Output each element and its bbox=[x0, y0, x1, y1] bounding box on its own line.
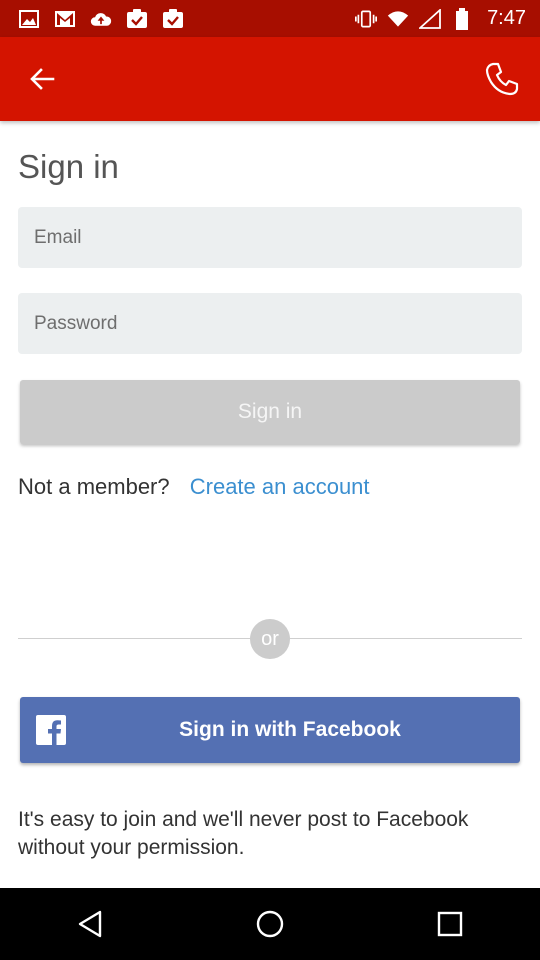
create-account-link[interactable]: Create an account bbox=[190, 474, 370, 499]
arrow-left-icon bbox=[30, 68, 55, 90]
clock-time: 7:47 bbox=[487, 7, 526, 29]
wifi-icon bbox=[387, 8, 409, 30]
sign-in-button[interactable]: Sign in bbox=[20, 380, 520, 444]
facebook-sign-in-button[interactable]: Sign in with Facebook bbox=[20, 697, 520, 763]
facebook-button-label: Sign in with Facebook bbox=[179, 718, 401, 741]
status-bar: 7:47 bbox=[0, 0, 540, 37]
back-button[interactable] bbox=[22, 59, 62, 99]
member-row: Not a member? Create an account bbox=[18, 474, 370, 500]
clipboard-check-icon bbox=[162, 8, 184, 30]
cloud-upload-icon bbox=[90, 8, 112, 30]
nav-recents-button[interactable] bbox=[420, 894, 480, 954]
signal-icon bbox=[419, 8, 441, 30]
navigation-bar bbox=[0, 888, 540, 960]
password-field[interactable] bbox=[18, 293, 522, 354]
recents-square-icon bbox=[437, 911, 463, 937]
image-icon bbox=[18, 8, 40, 30]
nav-back-button[interactable] bbox=[60, 894, 120, 954]
system-icons: 7:47 bbox=[355, 7, 540, 30]
vibrate-icon bbox=[355, 8, 378, 30]
nav-home-button[interactable] bbox=[240, 894, 300, 954]
not-member-text: Not a member? bbox=[18, 474, 170, 499]
call-button[interactable] bbox=[480, 57, 524, 101]
page-title: Sign in bbox=[18, 148, 119, 185]
privacy-note: It's easy to join and we'll never post t… bbox=[18, 808, 469, 859]
battery-icon bbox=[451, 7, 473, 30]
email-field[interactable] bbox=[18, 207, 522, 268]
clipboard-check-icon bbox=[126, 8, 148, 30]
app-bar bbox=[0, 37, 540, 121]
notification-icons bbox=[0, 8, 184, 30]
phone-icon bbox=[485, 62, 519, 96]
or-separator: or bbox=[250, 619, 290, 659]
home-circle-icon bbox=[256, 910, 284, 938]
gmail-icon bbox=[54, 8, 76, 30]
back-triangle-icon bbox=[78, 910, 102, 938]
